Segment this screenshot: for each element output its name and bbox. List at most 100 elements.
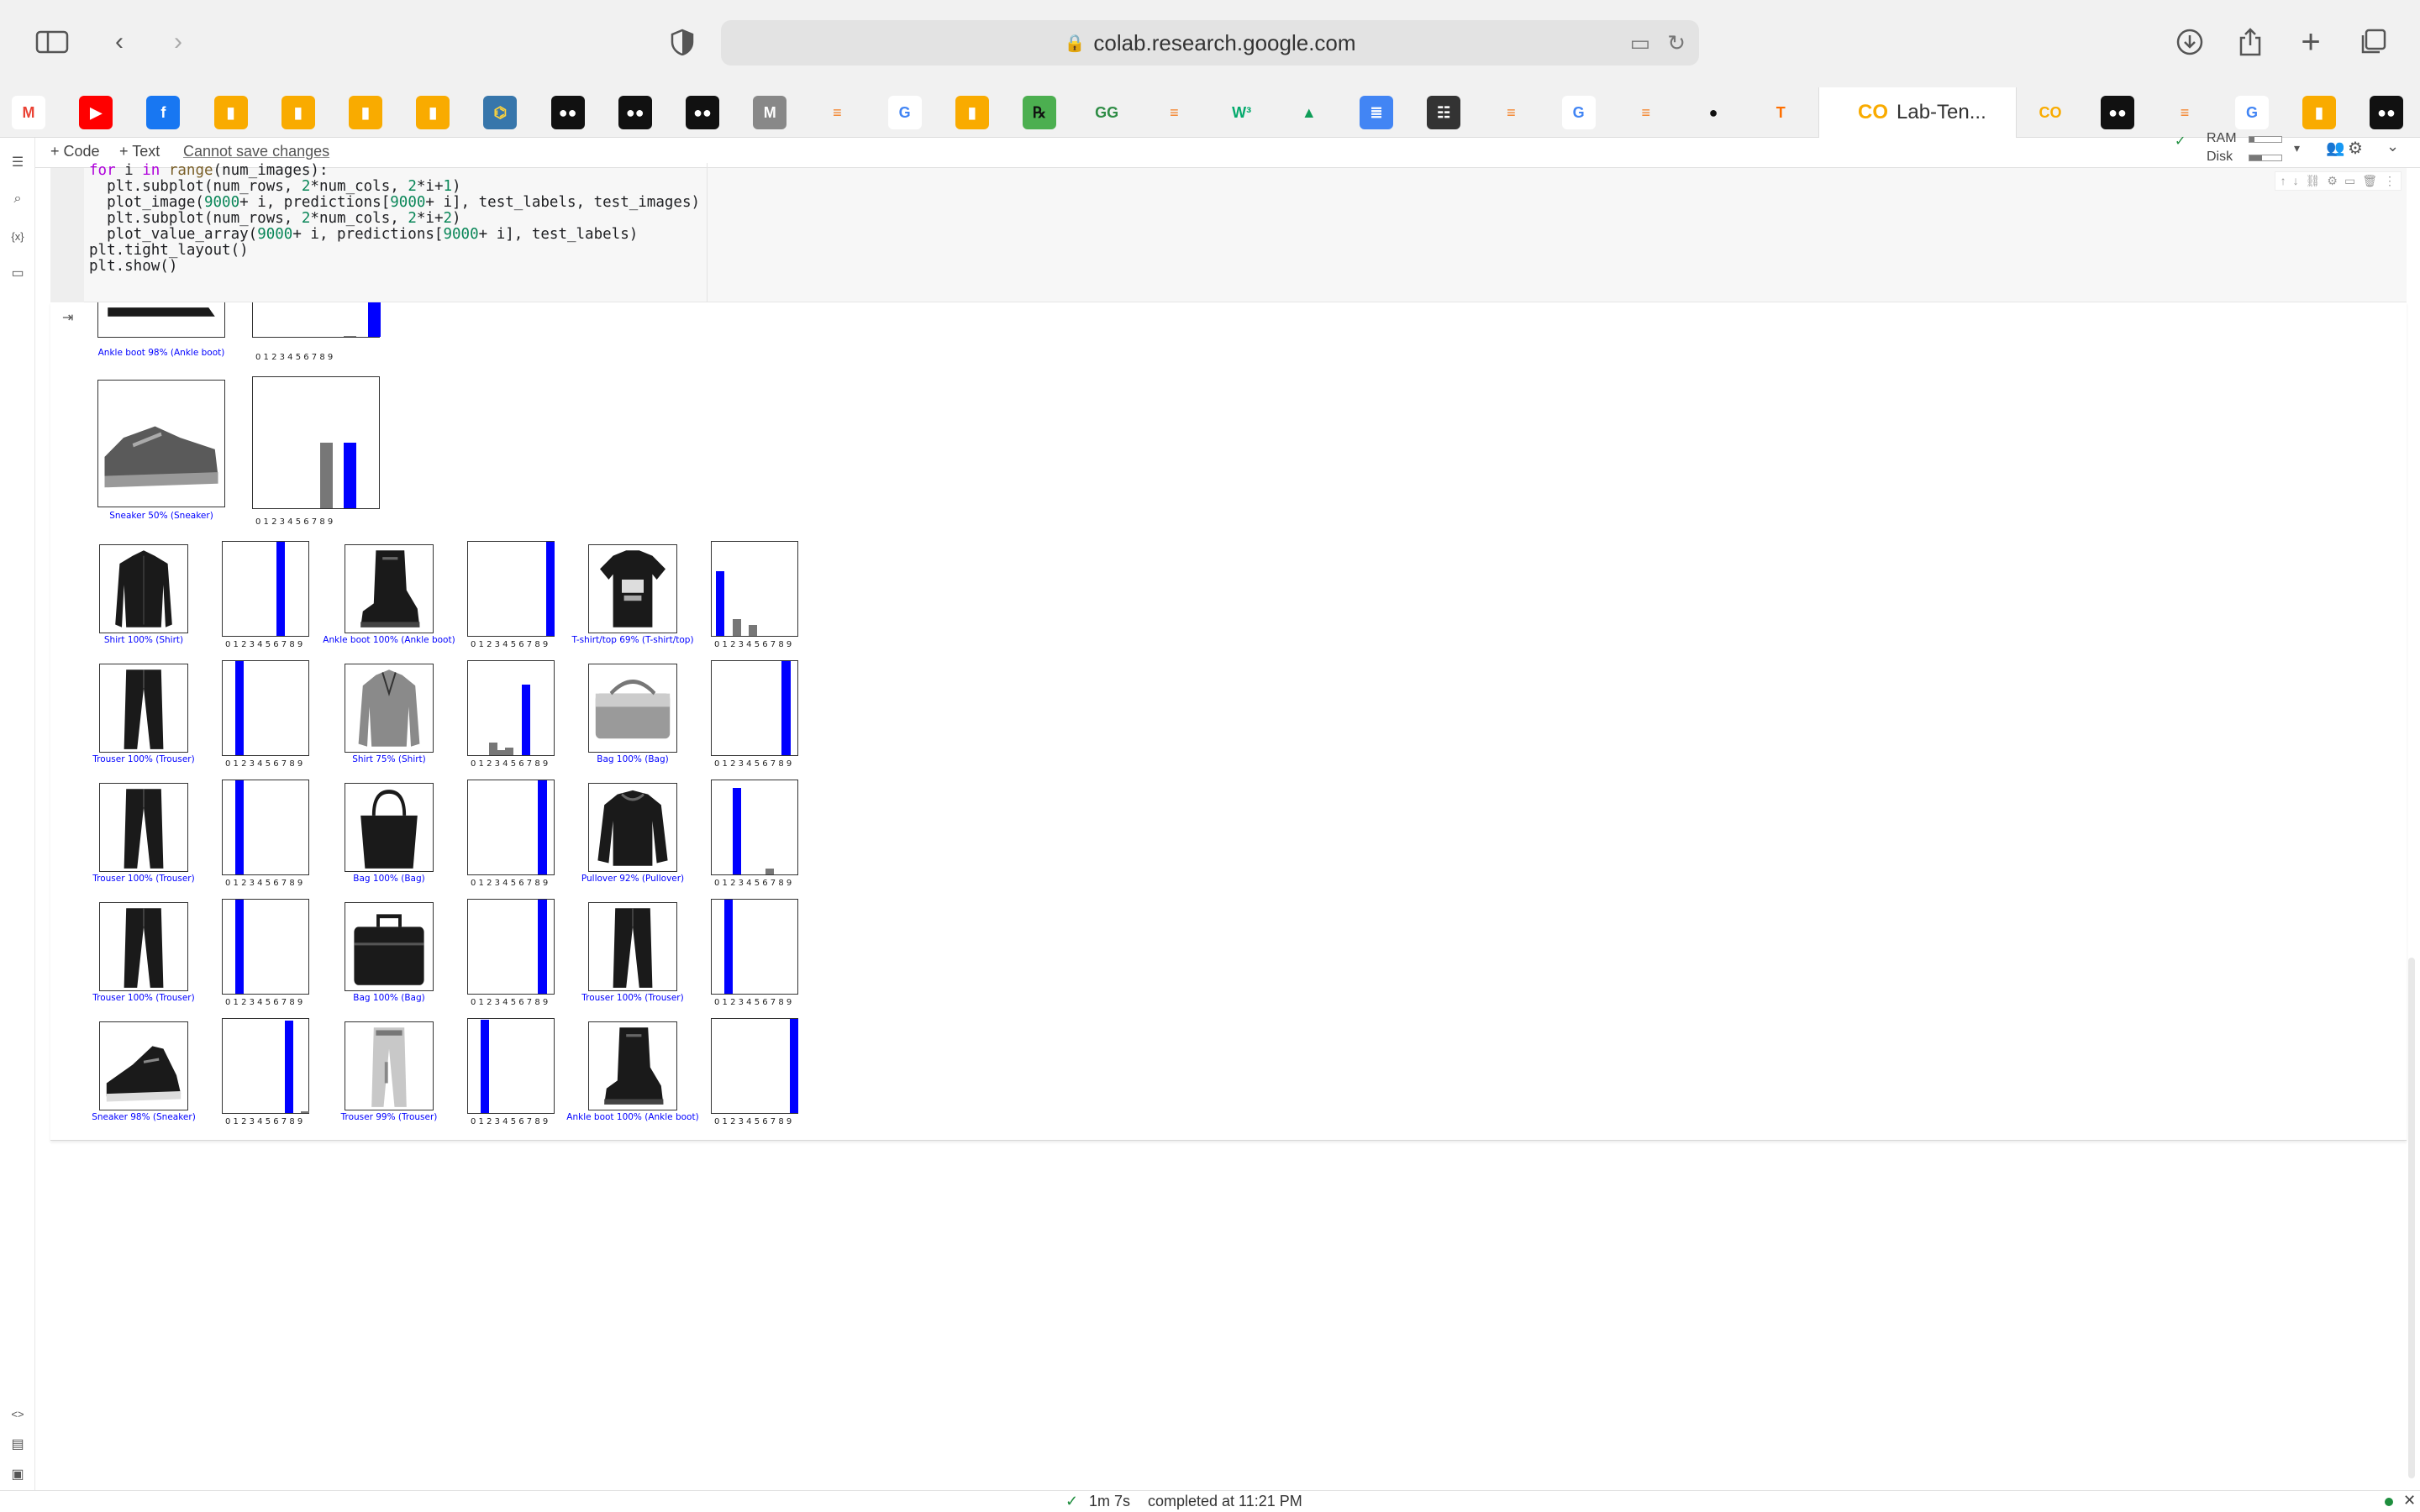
bookmark-medium-icon[interactable]: ●● (550, 96, 585, 129)
bookmark-python-icon[interactable]: ⌬ (483, 96, 518, 129)
value-array-plot (467, 1018, 555, 1114)
code-cell[interactable]: for i in range(num_images): plt.subplot(… (50, 163, 2407, 302)
bookmark-medium-icon[interactable]: ●● (618, 96, 652, 129)
bookmark-youtube-icon[interactable]: ▶ (79, 96, 113, 129)
disk-bar (2249, 155, 2282, 161)
bookmark-google-icon[interactable]: G (887, 96, 922, 129)
code-line: plt.show() (89, 258, 178, 275)
bookmark-gmail-icon[interactable]: M (12, 96, 45, 129)
bookmark-w3schools-icon[interactable]: W³ (1224, 96, 1259, 129)
code-line: plot_value_array(9000+ i, predictions[90… (89, 226, 639, 243)
value-bar (716, 570, 725, 636)
class-ticks: 0 1 2 3 4 5 6 7 8 9 (714, 1117, 792, 1126)
tab-medium-icon[interactable]: ●● (2370, 96, 2403, 129)
collapse-chevron-icon[interactable]: ⌄ (2386, 138, 2399, 155)
value-bar (790, 1019, 799, 1113)
resources-dropdown-icon[interactable]: ▾ (2294, 141, 2300, 155)
class-ticks: 0 1 2 3 4 5 6 7 8 9 (225, 759, 303, 769)
value-bar (781, 661, 791, 755)
link-icon[interactable]: ⛓ (2306, 174, 2321, 188)
table-of-contents-icon[interactable]: ☰ (8, 153, 27, 171)
value-bar (538, 780, 547, 874)
terminal-icon[interactable]: ▣ (8, 1465, 27, 1483)
tab-colab-icon[interactable]: CO (2033, 96, 2067, 129)
add-text-button[interactable]: + Text (119, 143, 160, 160)
bookmark-stackoverflow-icon[interactable]: ≡ (1494, 96, 1528, 129)
bookmark-stackoverflow-icon[interactable]: ≡ (820, 96, 855, 129)
more-options-icon[interactable]: ⋮ (2384, 174, 2396, 188)
value-bar (344, 336, 357, 337)
cannot-save-notice[interactable]: Cannot save changes (183, 143, 329, 160)
status-check-icon: ✓ (1065, 1493, 1079, 1509)
connection-status-dot (2385, 1498, 2393, 1506)
address-bar[interactable]: 🔒 colab.research.google.com ▭ ↻ (721, 20, 1699, 66)
share-icon[interactable] (2232, 24, 2269, 60)
cell-toolbar: ↑ ↓ ⛓ ⚙ ▭ 🗑 ⋮ (2274, 171, 2402, 191)
page-scrollbar[interactable] (2408, 958, 2415, 1478)
code-line: for i in range(num_images): (89, 163, 329, 179)
bookmark-stackoverflow-icon[interactable]: ≡ (1628, 96, 1663, 129)
resource-indicator[interactable]: ✓ RAM Disk (2175, 129, 2237, 166)
cell-settings-icon[interactable]: ⚙ (2327, 174, 2338, 188)
files-folder-icon[interactable]: ▭ (8, 264, 27, 282)
prediction-image (345, 544, 434, 633)
privacy-shield-icon[interactable] (664, 24, 701, 60)
class-ticks: 0 1 2 3 4 5 6 7 8 9 (255, 353, 334, 362)
reader-icon[interactable]: ▭ (1630, 30, 1651, 56)
left-rail: ☰ ⌕ {x} ▭ <> ▤ ▣ (0, 138, 35, 1490)
tab-stackoverflow-icon[interactable]: ≡ (2168, 96, 2202, 129)
bookmark-facebook-icon[interactable]: f (146, 96, 181, 129)
execution-duration[interactable]: 1m 7s (1089, 1493, 1130, 1510)
class-ticks: 0 1 2 3 4 5 6 7 8 9 (471, 879, 549, 888)
bookmark-geeksforgeeks-icon[interactable]: GG (1090, 96, 1124, 129)
url-text: colab.research.google.com (1093, 29, 1356, 55)
class-ticks: 0 1 2 3 4 5 6 7 8 9 (714, 759, 792, 769)
prediction-image (99, 1021, 188, 1110)
new-tab-icon[interactable]: + (2292, 24, 2329, 60)
tab-overview-icon[interactable] (2354, 24, 2391, 60)
bookmark-analytics-icon[interactable]: ▮ (416, 96, 450, 129)
back-icon[interactable]: ‹ (101, 24, 138, 60)
bookmark-docs-icon[interactable]: ≣ (1360, 96, 1393, 129)
bookmark-forms-icon[interactable]: ☷ (1427, 96, 1461, 129)
downloads-icon[interactable] (2171, 24, 2208, 60)
tab-medium-icon[interactable]: ●● (2101, 96, 2134, 129)
bookmark-medium-icon[interactable]: ●● (686, 96, 719, 129)
bookmark-tensorflow-icon[interactable]: T (1764, 96, 1798, 129)
share-people-icon[interactable]: 👥 (2326, 139, 2344, 157)
search-icon[interactable]: ⌕ (8, 190, 27, 208)
bookmark-rx-icon[interactable]: ℞ (1023, 96, 1056, 129)
bookmark-drive-icon[interactable]: ▲ (1292, 96, 1326, 129)
bookmark-google-icon[interactable]: G (1561, 96, 1596, 129)
delete-cell-icon[interactable]: 🗑 (2362, 174, 2377, 188)
bookmark-github-icon[interactable]: ● (1697, 96, 1730, 129)
bookmark-analytics-icon[interactable]: ▮ (281, 96, 315, 129)
variables-icon[interactable]: {x} (8, 227, 27, 245)
forward-icon[interactable]: › (160, 24, 197, 60)
close-status-icon[interactable]: ✕ (2403, 1492, 2416, 1509)
prediction-image (97, 380, 225, 507)
value-bar (284, 1021, 293, 1113)
value-array-plot (252, 302, 381, 338)
move-up-icon[interactable]: ↑ (2281, 174, 2286, 188)
code-editor[interactable]: for i in range(num_images): plt.subplot(… (89, 163, 708, 302)
bookmark-m-icon[interactable]: M (753, 96, 787, 129)
tab-analytics-icon[interactable]: ▮ (2302, 96, 2336, 129)
bookmark-analytics-icon[interactable]: ▮ (349, 96, 382, 129)
command-palette-icon[interactable]: ▤ (8, 1435, 27, 1453)
tab-colab-notebook[interactable]: CO Lab-Ten... (1818, 87, 2017, 138)
code-snippets-icon[interactable]: <> (8, 1404, 27, 1423)
move-down-icon[interactable]: ↓ (2293, 174, 2299, 188)
settings-gear-icon[interactable]: ⚙ (2348, 138, 2363, 159)
sidebar-toggle-icon[interactable] (34, 24, 71, 60)
class-ticks: 0 1 2 3 4 5 6 7 8 9 (714, 879, 792, 888)
mirror-cell-icon[interactable]: ▭ (2344, 174, 2355, 188)
value-bar (732, 787, 741, 874)
bookmark-analytics-icon[interactable]: ▮ (213, 96, 248, 129)
output-actions-icon[interactable]: ⇥ (62, 309, 73, 326)
bookmark-analytics-icon[interactable]: ▮ (955, 96, 989, 129)
reload-icon[interactable]: ↻ (1667, 30, 1686, 56)
bookmark-stackoverflow-icon[interactable]: ≡ (1157, 96, 1192, 129)
add-code-button[interactable]: + Code (50, 143, 100, 160)
tab-google-icon[interactable]: G (2235, 96, 2269, 129)
